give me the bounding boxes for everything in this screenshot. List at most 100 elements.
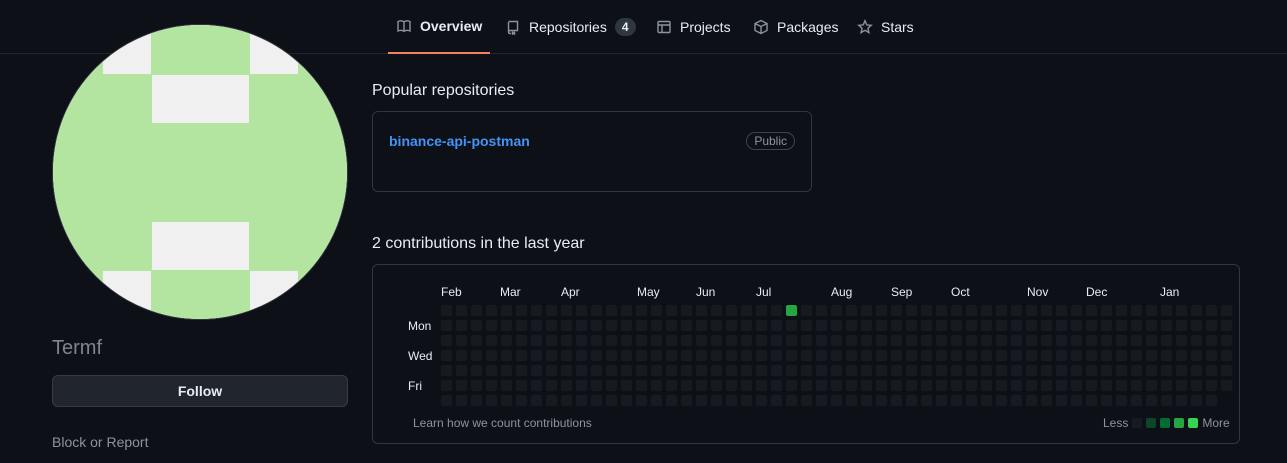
contribution-day-cell[interactable] xyxy=(1070,304,1083,317)
contribution-day-cell[interactable] xyxy=(815,304,828,317)
contribution-day-cell[interactable] xyxy=(530,379,543,392)
contribution-day-cell[interactable] xyxy=(680,319,693,332)
contribution-day-cell[interactable] xyxy=(800,334,813,347)
contribution-day-cell[interactable] xyxy=(1085,349,1098,362)
contribution-day-cell[interactable] xyxy=(935,319,948,332)
contribution-day-cell[interactable] xyxy=(815,394,828,407)
contribution-day-cell[interactable] xyxy=(890,304,903,317)
contribution-day-cell[interactable] xyxy=(1145,349,1158,362)
contribution-day-cell[interactable] xyxy=(845,379,858,392)
contribution-day-cell[interactable] xyxy=(770,304,783,317)
contribution-day-cell[interactable] xyxy=(800,304,813,317)
contribution-day-cell[interactable] xyxy=(500,364,513,377)
contribution-day-cell[interactable] xyxy=(650,379,663,392)
contribution-day-cell[interactable] xyxy=(740,334,753,347)
contribution-day-cell[interactable] xyxy=(1175,364,1188,377)
contribution-day-cell[interactable] xyxy=(860,304,873,317)
contribution-day-cell[interactable] xyxy=(515,349,528,362)
contribution-day-cell[interactable] xyxy=(1175,304,1188,317)
contribution-day-cell[interactable] xyxy=(1100,394,1113,407)
contribution-day-cell[interactable] xyxy=(620,379,633,392)
contribution-day-cell[interactable] xyxy=(680,304,693,317)
contribution-day-cell[interactable] xyxy=(1205,379,1218,392)
contribution-day-cell[interactable] xyxy=(920,364,933,377)
contribution-day-cell[interactable] xyxy=(1070,334,1083,347)
contribution-day-cell[interactable] xyxy=(515,334,528,347)
contribution-day-cell[interactable] xyxy=(530,394,543,407)
contribution-day-cell[interactable] xyxy=(470,379,483,392)
contribution-day-cell[interactable] xyxy=(920,379,933,392)
tab-overview[interactable]: Overview xyxy=(388,0,491,54)
contribution-day-cell[interactable] xyxy=(650,364,663,377)
contribution-day-cell[interactable] xyxy=(860,334,873,347)
contribution-day-cell[interactable] xyxy=(1010,304,1023,317)
contribution-day-cell[interactable] xyxy=(605,319,618,332)
contribution-day-cell[interactable] xyxy=(890,349,903,362)
contribution-day-cell[interactable] xyxy=(485,364,498,377)
tab-stars[interactable]: Stars xyxy=(857,0,914,54)
contribution-day-cell[interactable] xyxy=(980,334,993,347)
contribution-day-cell[interactable] xyxy=(1175,319,1188,332)
contribution-day-cell[interactable] xyxy=(500,379,513,392)
contribution-day-cell[interactable] xyxy=(725,319,738,332)
contribution-day-cell[interactable] xyxy=(440,394,453,407)
contribution-day-cell[interactable] xyxy=(455,319,468,332)
contribution-day-cell[interactable] xyxy=(1070,319,1083,332)
contribution-day-cell[interactable] xyxy=(710,319,723,332)
contribution-day-cell[interactable] xyxy=(1220,334,1233,347)
contribution-day-cell[interactable] xyxy=(785,364,798,377)
contribution-day-cell[interactable] xyxy=(830,349,843,362)
contribution-day-cell[interactable] xyxy=(1175,379,1188,392)
contribution-day-cell[interactable] xyxy=(650,394,663,407)
contribution-day-cell[interactable] xyxy=(725,364,738,377)
contribution-day-cell[interactable] xyxy=(995,334,1008,347)
contribution-day-cell[interactable] xyxy=(800,364,813,377)
contribution-day-cell[interactable] xyxy=(635,364,648,377)
contribution-day-cell[interactable] xyxy=(1025,364,1038,377)
contribution-day-cell[interactable] xyxy=(770,319,783,332)
contribution-day-cell[interactable] xyxy=(1145,304,1158,317)
contribution-day-cell[interactable] xyxy=(635,349,648,362)
contribution-day-cell[interactable] xyxy=(875,304,888,317)
contribution-day-cell[interactable] xyxy=(980,349,993,362)
contribution-day-cell[interactable] xyxy=(860,349,873,362)
contribution-day-cell[interactable] xyxy=(1115,304,1128,317)
contribution-day-cell[interactable] xyxy=(515,304,528,317)
contribution-day-cell[interactable] xyxy=(455,364,468,377)
contribution-day-cell[interactable] xyxy=(1220,364,1233,377)
contribution-day-cell[interactable] xyxy=(1205,304,1218,317)
contribution-day-cell[interactable] xyxy=(545,394,558,407)
contribution-day-cell[interactable] xyxy=(860,319,873,332)
contribution-day-cell[interactable] xyxy=(1160,379,1173,392)
contribution-day-cell[interactable] xyxy=(455,349,468,362)
contribution-day-cell[interactable] xyxy=(560,364,573,377)
contribution-day-cell[interactable] xyxy=(440,349,453,362)
contribution-day-cell[interactable] xyxy=(1190,394,1203,407)
contribution-day-cell[interactable] xyxy=(530,349,543,362)
contribution-day-cell[interactable] xyxy=(980,394,993,407)
contribution-day-cell[interactable] xyxy=(770,394,783,407)
contribution-day-cell[interactable] xyxy=(725,379,738,392)
contribution-day-cell[interactable] xyxy=(1220,379,1233,392)
contribution-day-cell[interactable] xyxy=(785,319,798,332)
contribution-day-cell[interactable] xyxy=(995,304,1008,317)
contribution-day-cell[interactable] xyxy=(680,334,693,347)
contribution-day-cell[interactable] xyxy=(755,334,768,347)
contribution-day-cell[interactable] xyxy=(965,319,978,332)
contribution-day-cell[interactable] xyxy=(440,379,453,392)
contribution-day-cell[interactable] xyxy=(860,379,873,392)
contribution-day-cell[interactable] xyxy=(1085,364,1098,377)
contribution-day-cell[interactable] xyxy=(650,319,663,332)
contribution-day-cell[interactable] xyxy=(710,349,723,362)
contribution-day-cell[interactable] xyxy=(695,364,708,377)
contribution-day-cell[interactable] xyxy=(980,319,993,332)
contribution-day-cell[interactable] xyxy=(1025,304,1038,317)
contribution-day-cell[interactable] xyxy=(485,334,498,347)
contribution-day-cell[interactable] xyxy=(440,304,453,317)
contribution-day-cell[interactable] xyxy=(620,349,633,362)
contribution-day-cell[interactable] xyxy=(830,394,843,407)
contribution-day-cell[interactable] xyxy=(665,334,678,347)
contribution-day-cell[interactable] xyxy=(665,394,678,407)
contribution-day-cell[interactable] xyxy=(620,304,633,317)
contribution-day-cell[interactable] xyxy=(920,319,933,332)
